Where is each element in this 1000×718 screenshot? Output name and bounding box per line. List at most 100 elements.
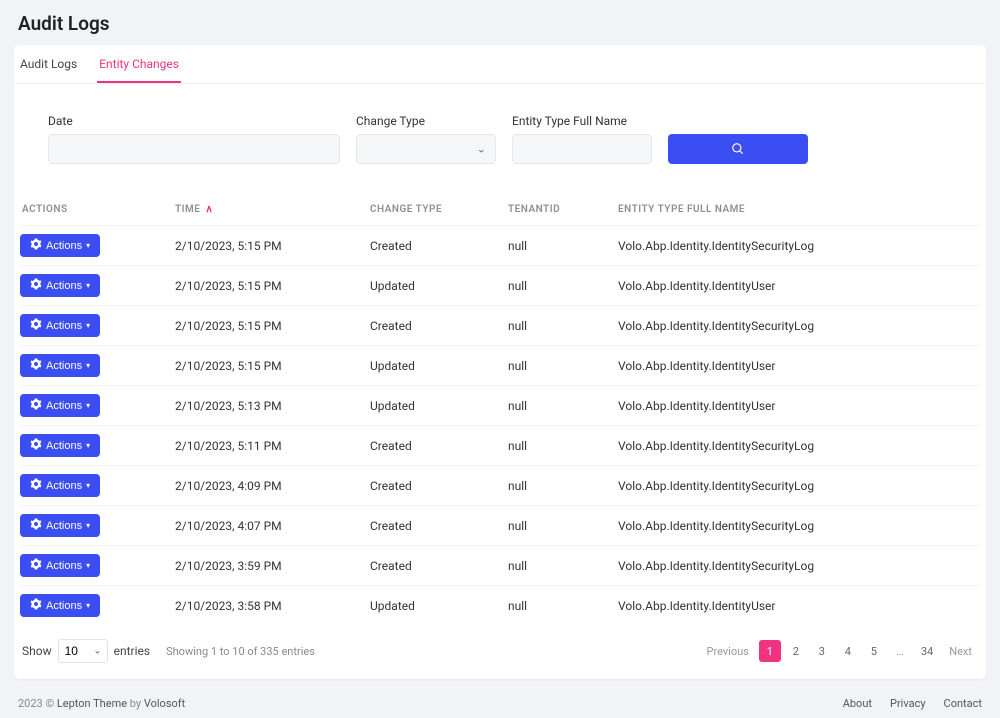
actions-button[interactable]: Actions▾: [20, 434, 100, 457]
cell-entity_type: Volo.Abp.Identity.IdentitySecurityLog: [618, 426, 980, 466]
th-tenant-id[interactable]: TENANTID: [508, 196, 618, 226]
cell-entity_type: Volo.Abp.Identity.IdentitySecurityLog: [618, 506, 980, 546]
contact-link[interactable]: Contact: [944, 697, 982, 710]
change-type-label: Change Type: [356, 114, 496, 128]
entity-type-label: Entity Type Full Name: [512, 114, 652, 128]
sort-asc-icon: ∧: [202, 204, 213, 215]
cell-entity_type: Volo.Abp.Identity.IdentitySecurityLog: [618, 466, 980, 506]
page-1[interactable]: 1: [759, 640, 781, 662]
cell-entity_type: Volo.Abp.Identity.IdentityUser: [618, 586, 980, 626]
table-row: Actions▾2/10/2023, 5:13 PMUpdatednullVol…: [20, 386, 980, 426]
cell-time: 2/10/2023, 5:15 PM: [175, 306, 370, 346]
cell-tenant_id: null: [508, 266, 618, 306]
prev-page[interactable]: Previous: [701, 640, 755, 662]
cell-change_type: Updated: [370, 266, 508, 306]
actions-button[interactable]: Actions▾: [20, 474, 100, 497]
cell-tenant_id: null: [508, 586, 618, 626]
th-actions: ACTIONS: [20, 196, 175, 226]
actions-button[interactable]: Actions▾: [20, 554, 100, 577]
next-page[interactable]: Next: [943, 640, 978, 662]
date-input[interactable]: [48, 134, 340, 164]
gear-icon: [30, 518, 42, 533]
tab-audit-logs[interactable]: Audit Logs: [18, 57, 79, 83]
cell-entity_type: Volo.Abp.Identity.IdentityUser: [618, 386, 980, 426]
page-3[interactable]: 3: [811, 640, 833, 662]
caret-down-icon: ▾: [86, 361, 90, 370]
copyright-year: 2023 ©: [18, 697, 57, 710]
th-change-type[interactable]: CHANGE TYPE: [370, 196, 508, 226]
actions-button[interactable]: Actions▾: [20, 394, 100, 417]
cell-entity_type: Volo.Abp.Identity.IdentitySecurityLog: [618, 546, 980, 586]
page-34[interactable]: 34: [915, 640, 939, 662]
cell-time: 2/10/2023, 5:11 PM: [175, 426, 370, 466]
cell-time: 2/10/2023, 3:58 PM: [175, 586, 370, 626]
actions-button[interactable]: Actions▾: [20, 314, 100, 337]
theme-link[interactable]: Lepton Theme: [57, 697, 127, 710]
cell-entity_type: Volo.Abp.Identity.IdentityUser: [618, 346, 980, 386]
date-label: Date: [48, 114, 340, 128]
caret-down-icon: ▾: [86, 601, 90, 610]
cell-entity_type: Volo.Abp.Identity.IdentitySecurityLog: [618, 306, 980, 346]
cell-entity_type: Volo.Abp.Identity.IdentityUser: [618, 266, 980, 306]
actions-button[interactable]: Actions▾: [20, 234, 100, 257]
caret-down-icon: ▾: [86, 281, 90, 290]
privacy-link[interactable]: Privacy: [890, 697, 926, 710]
cell-tenant_id: null: [508, 466, 618, 506]
card-container: Audit Logs Entity Changes Date Change Typ…: [14, 45, 986, 679]
table-row: Actions▾2/10/2023, 4:07 PMCreatednullVol…: [20, 506, 980, 546]
page-footer: 2023 © Lepton Theme by Volosoft About Pr…: [0, 689, 1000, 718]
page-size-select[interactable]: 10: [58, 639, 108, 663]
table-row: Actions▾ 2/10/2023, 5:15 PMUpdatednullVol…: [20, 266, 980, 306]
entity-changes-table: ACTIONS TIME ∧ CHANGE TYPE TENANTID ENTI…: [20, 196, 980, 625]
actions-button[interactable]: Actions▾: [20, 354, 100, 377]
table-footer: Show 10 ⌄ entries Showing 1 to 10 of 335…: [20, 625, 980, 663]
page-title: Audit Logs: [0, 0, 1000, 45]
gear-icon: [30, 478, 42, 493]
table-row: Actions▾ 2/10/2023, 5:15 PMCreatednullVol…: [20, 306, 980, 346]
actions-button[interactable]: Actions▾: [20, 514, 100, 537]
cell-tenant_id: null: [508, 386, 618, 426]
caret-down-icon: ▾: [86, 321, 90, 330]
cell-change_type: Updated: [370, 386, 508, 426]
cell-change_type: Created: [370, 306, 508, 346]
entity-type-input[interactable]: [512, 134, 652, 164]
tab-entity-changes[interactable]: Entity Changes: [97, 57, 181, 83]
company-link[interactable]: Volosoft: [144, 697, 185, 710]
gear-icon: [30, 598, 42, 613]
table-row: Actions▾2/10/2023, 5:15 PMCreatednullVol…: [20, 226, 980, 266]
page-5[interactable]: 5: [863, 640, 885, 662]
table-row: Actions▾2/10/2023, 4:09 PMCreatednullVol…: [20, 466, 980, 506]
cell-change_type: Updated: [370, 346, 508, 386]
gear-icon: [30, 358, 42, 373]
gear-icon: [30, 438, 42, 453]
cell-tenant_id: null: [508, 346, 618, 386]
gear-icon: [30, 238, 42, 253]
about-link[interactable]: About: [843, 697, 872, 710]
page-4[interactable]: 4: [837, 640, 859, 662]
cell-change_type: Created: [370, 466, 508, 506]
cell-tenant_id: null: [508, 306, 618, 346]
cell-time: 2/10/2023, 5:15 PM: [175, 266, 370, 306]
th-entity-type[interactable]: ENTITY TYPE FULL NAME: [618, 196, 980, 226]
showing-info: Showing 1 to 10 of 335 entries: [166, 645, 315, 658]
actions-button[interactable]: Actions▾: [20, 274, 100, 297]
page-2[interactable]: 2: [785, 640, 807, 662]
gear-icon: [30, 558, 42, 573]
cell-time: 2/10/2023, 5:15 PM: [175, 346, 370, 386]
gear-icon: [30, 278, 42, 293]
caret-down-icon: ▾: [86, 521, 90, 530]
search-button[interactable]: [668, 134, 808, 164]
change-type-select[interactable]: [356, 134, 496, 164]
actions-button[interactable]: Actions▾: [20, 594, 100, 617]
cell-entity_type: Volo.Abp.Identity.IdentitySecurityLog: [618, 226, 980, 266]
cell-tenant_id: null: [508, 426, 618, 466]
cell-time: 2/10/2023, 4:07 PM: [175, 506, 370, 546]
caret-down-icon: ▾: [86, 481, 90, 490]
table-body: Actions▾2/10/2023, 5:15 PMCreatednullVol…: [20, 226, 980, 626]
table-row: Actions▾2/10/2023, 3:59 PMCreatednullVol…: [20, 546, 980, 586]
filter-row: Date Change Type ⌄ Entity Type Full Name: [14, 84, 986, 180]
caret-down-icon: ▾: [86, 241, 90, 250]
th-time[interactable]: TIME ∧: [175, 196, 370, 226]
cell-change_type: Created: [370, 506, 508, 546]
table-row: Actions▾2/10/2023, 5:11 PMCreatednullVol…: [20, 426, 980, 466]
